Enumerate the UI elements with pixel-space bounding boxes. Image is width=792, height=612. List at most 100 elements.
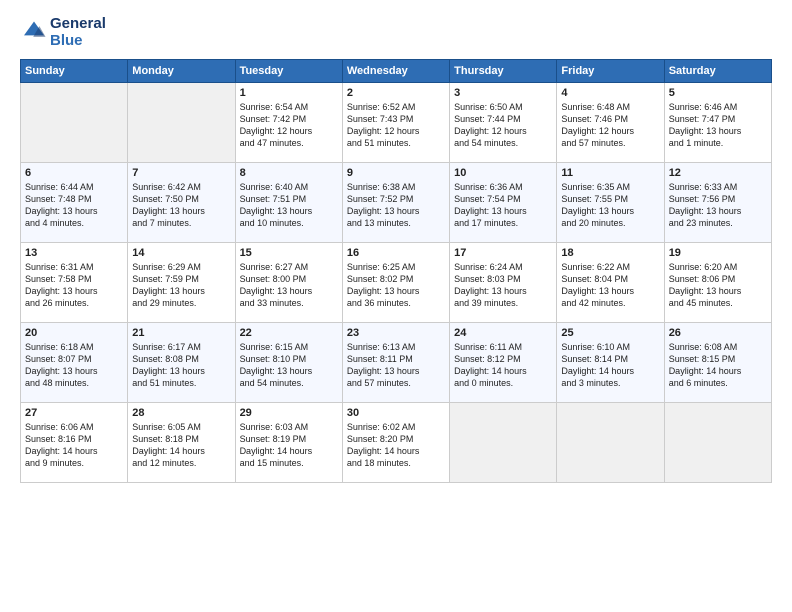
day-number: 10 bbox=[454, 167, 552, 179]
calendar-day-header: Thursday bbox=[450, 60, 557, 83]
day-info: Sunrise: 6:27 AM Sunset: 8:00 PM Dayligh… bbox=[240, 261, 338, 310]
day-number: 20 bbox=[25, 327, 123, 339]
day-info: Sunrise: 6:25 AM Sunset: 8:02 PM Dayligh… bbox=[347, 261, 445, 310]
calendar-cell: 2 Sunrise: 6:52 AM Sunset: 7:43 PM Daylig… bbox=[342, 83, 449, 163]
day-number: 30 bbox=[347, 407, 445, 419]
day-number: 9 bbox=[347, 167, 445, 179]
header: General Blue bbox=[20, 16, 772, 49]
day-number: 8 bbox=[240, 167, 338, 179]
calendar-day-header: Saturday bbox=[664, 60, 771, 83]
calendar-cell: 25 Sunrise: 6:10 AM Sunset: 8:14 PM Dayli… bbox=[557, 323, 664, 403]
day-info: Sunrise: 6:31 AM Sunset: 7:58 PM Dayligh… bbox=[25, 261, 123, 310]
day-info: Sunrise: 6:52 AM Sunset: 7:43 PM Dayligh… bbox=[347, 101, 445, 150]
calendar-cell: 19Sunrise: 6:20 AM Sunset: 8:06 PM Dayli… bbox=[664, 243, 771, 323]
day-info: Sunrise: 6:36 AM Sunset: 7:54 PM Dayligh… bbox=[454, 181, 552, 230]
day-info: Sunrise: 6:46 AM Sunset: 7:47 PM Dayligh… bbox=[669, 101, 767, 150]
day-number: 17 bbox=[454, 247, 552, 259]
day-info: Sunrise: 6:10 AM Sunset: 8:14 PM Dayligh… bbox=[561, 341, 659, 390]
calendar-day-header: Friday bbox=[557, 60, 664, 83]
calendar-cell: 6 Sunrise: 6:44 AM Sunset: 7:48 PM Daylig… bbox=[21, 163, 128, 243]
calendar-cell: 9 Sunrise: 6:38 AM Sunset: 7:52 PM Daylig… bbox=[342, 163, 449, 243]
day-info: Sunrise: 6:11 AM Sunset: 8:12 PM Dayligh… bbox=[454, 341, 552, 390]
calendar-cell: 4Sunrise: 6:48 AM Sunset: 7:46 PM Daylig… bbox=[557, 83, 664, 163]
day-info: Sunrise: 6:02 AM Sunset: 8:20 PM Dayligh… bbox=[347, 421, 445, 470]
calendar-cell: 26 Sunrise: 6:08 AM Sunset: 8:15 PM Dayli… bbox=[664, 323, 771, 403]
day-number: 29 bbox=[240, 407, 338, 419]
day-info: Sunrise: 6:38 AM Sunset: 7:52 PM Dayligh… bbox=[347, 181, 445, 230]
calendar-cell: 24Sunrise: 6:11 AM Sunset: 8:12 PM Dayli… bbox=[450, 323, 557, 403]
calendar-cell bbox=[128, 83, 235, 163]
calendar-cell bbox=[664, 403, 771, 483]
calendar-cell: 10 Sunrise: 6:36 AM Sunset: 7:54 PM Dayli… bbox=[450, 163, 557, 243]
calendar-cell bbox=[450, 403, 557, 483]
day-info: Sunrise: 6:35 AM Sunset: 7:55 PM Dayligh… bbox=[561, 181, 659, 230]
day-info: Sunrise: 6:50 AM Sunset: 7:44 PM Dayligh… bbox=[454, 101, 552, 150]
calendar-cell: 27 Sunrise: 6:06 AM Sunset: 8:16 PM Dayli… bbox=[21, 403, 128, 483]
day-info: Sunrise: 6:20 AM Sunset: 8:06 PM Dayligh… bbox=[669, 261, 767, 310]
calendar-day-header: Tuesday bbox=[235, 60, 342, 83]
day-info: Sunrise: 6:33 AM Sunset: 7:56 PM Dayligh… bbox=[669, 181, 767, 230]
calendar-cell: 1 Sunrise: 6:54 AM Sunset: 7:42 PM Daylig… bbox=[235, 83, 342, 163]
day-number: 21 bbox=[132, 327, 230, 339]
day-info: Sunrise: 6:08 AM Sunset: 8:15 PM Dayligh… bbox=[669, 341, 767, 390]
day-number: 11 bbox=[561, 167, 659, 179]
calendar-cell: 21 Sunrise: 6:17 AM Sunset: 8:08 PM Dayli… bbox=[128, 323, 235, 403]
calendar-day-header: Wednesday bbox=[342, 60, 449, 83]
calendar-cell: 11 Sunrise: 6:35 AM Sunset: 7:55 PM Dayli… bbox=[557, 163, 664, 243]
day-number: 25 bbox=[561, 327, 659, 339]
day-info: Sunrise: 6:40 AM Sunset: 7:51 PM Dayligh… bbox=[240, 181, 338, 230]
day-info: Sunrise: 6:13 AM Sunset: 8:11 PM Dayligh… bbox=[347, 341, 445, 390]
logo: General Blue bbox=[20, 16, 106, 49]
day-info: Sunrise: 6:03 AM Sunset: 8:19 PM Dayligh… bbox=[240, 421, 338, 470]
day-info: Sunrise: 6:48 AM Sunset: 7:46 PM Dayligh… bbox=[561, 101, 659, 150]
calendar-cell: 22Sunrise: 6:15 AM Sunset: 8:10 PM Dayli… bbox=[235, 323, 342, 403]
day-number: 27 bbox=[25, 407, 123, 419]
day-number: 28 bbox=[132, 407, 230, 419]
day-number: 14 bbox=[132, 247, 230, 259]
calendar-cell: 29 Sunrise: 6:03 AM Sunset: 8:19 PM Dayli… bbox=[235, 403, 342, 483]
calendar-cell: 28 Sunrise: 6:05 AM Sunset: 8:18 PM Dayli… bbox=[128, 403, 235, 483]
day-number: 5 bbox=[669, 87, 767, 99]
day-number: 13 bbox=[25, 247, 123, 259]
calendar-cell: 8 Sunrise: 6:40 AM Sunset: 7:51 PM Daylig… bbox=[235, 163, 342, 243]
day-info: Sunrise: 6:24 AM Sunset: 8:03 PM Dayligh… bbox=[454, 261, 552, 310]
day-number: 1 bbox=[240, 87, 338, 99]
calendar-cell: 20 Sunrise: 6:18 AM Sunset: 8:07 PM Dayli… bbox=[21, 323, 128, 403]
day-number: 2 bbox=[347, 87, 445, 99]
day-number: 26 bbox=[669, 327, 767, 339]
day-info: Sunrise: 6:18 AM Sunset: 8:07 PM Dayligh… bbox=[25, 341, 123, 390]
day-number: 16 bbox=[347, 247, 445, 259]
calendar: SundayMondayTuesdayWednesdayThursdayFrid… bbox=[20, 59, 772, 483]
calendar-cell: 13 Sunrise: 6:31 AM Sunset: 7:58 PM Dayli… bbox=[21, 243, 128, 323]
calendar-cell: 3 Sunrise: 6:50 AM Sunset: 7:44 PM Daylig… bbox=[450, 83, 557, 163]
logo-general: General bbox=[50, 16, 106, 33]
day-info: Sunrise: 6:54 AM Sunset: 7:42 PM Dayligh… bbox=[240, 101, 338, 150]
logo-blue: Blue bbox=[50, 33, 106, 50]
calendar-cell: 14 Sunrise: 6:29 AM Sunset: 7:59 PM Dayli… bbox=[128, 243, 235, 323]
day-number: 7 bbox=[132, 167, 230, 179]
day-info: Sunrise: 6:15 AM Sunset: 8:10 PM Dayligh… bbox=[240, 341, 338, 390]
day-info: Sunrise: 6:22 AM Sunset: 8:04 PM Dayligh… bbox=[561, 261, 659, 310]
calendar-cell bbox=[21, 83, 128, 163]
day-info: Sunrise: 6:17 AM Sunset: 8:08 PM Dayligh… bbox=[132, 341, 230, 390]
calendar-day-header: Sunday bbox=[21, 60, 128, 83]
calendar-header: SundayMondayTuesdayWednesdayThursdayFrid… bbox=[21, 60, 772, 83]
day-info: Sunrise: 6:44 AM Sunset: 7:48 PM Dayligh… bbox=[25, 181, 123, 230]
calendar-cell: 23Sunrise: 6:13 AM Sunset: 8:11 PM Dayli… bbox=[342, 323, 449, 403]
calendar-cell: 15 Sunrise: 6:27 AM Sunset: 8:00 PM Dayli… bbox=[235, 243, 342, 323]
day-number: 18 bbox=[561, 247, 659, 259]
calendar-cell bbox=[557, 403, 664, 483]
calendar-cell: 30 Sunrise: 6:02 AM Sunset: 8:20 PM Dayli… bbox=[342, 403, 449, 483]
day-number: 15 bbox=[240, 247, 338, 259]
calendar-cell: 5 Sunrise: 6:46 AM Sunset: 7:47 PM Daylig… bbox=[664, 83, 771, 163]
day-info: Sunrise: 6:29 AM Sunset: 7:59 PM Dayligh… bbox=[132, 261, 230, 310]
day-number: 12 bbox=[669, 167, 767, 179]
day-number: 6 bbox=[25, 167, 123, 179]
day-info: Sunrise: 6:42 AM Sunset: 7:50 PM Dayligh… bbox=[132, 181, 230, 230]
day-info: Sunrise: 6:06 AM Sunset: 8:16 PM Dayligh… bbox=[25, 421, 123, 470]
day-number: 3 bbox=[454, 87, 552, 99]
calendar-cell: 12 Sunrise: 6:33 AM Sunset: 7:56 PM Dayli… bbox=[664, 163, 771, 243]
page: General Blue SundayMondayTuesdayWednesda… bbox=[0, 0, 792, 612]
day-info: Sunrise: 6:05 AM Sunset: 8:18 PM Dayligh… bbox=[132, 421, 230, 470]
calendar-cell: 16 Sunrise: 6:25 AM Sunset: 8:02 PM Dayli… bbox=[342, 243, 449, 323]
